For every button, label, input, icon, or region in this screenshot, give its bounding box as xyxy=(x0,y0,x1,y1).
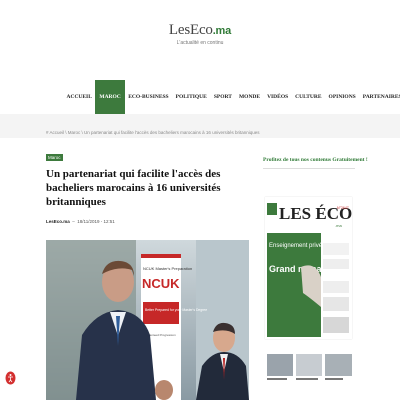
site-logo[interactable]: LesEco.ma L'actualité en continu xyxy=(0,22,400,46)
logo-suffix: .ma xyxy=(212,25,232,37)
sidebar-thumbnails[interactable] xyxy=(267,354,352,384)
logo-text[interactable]: LesEco.ma xyxy=(0,22,400,39)
nav-item-politique[interactable]: POLITIQUE xyxy=(172,80,210,114)
nav-item-maroc[interactable]: MAROC xyxy=(95,80,125,114)
article-photo: NCUK Master's Preparation NCUK Better Pr… xyxy=(46,240,249,400)
sidebar-divider xyxy=(263,168,355,169)
nav-item-culture[interactable]: CULTURE xyxy=(292,80,325,114)
banner-heading: NCUK Master's Preparation xyxy=(143,266,192,271)
nav-item-monde[interactable]: MONDE xyxy=(235,80,263,114)
main-nav: ACCUEIL MAROC ECO-BUSINESS POLITIQUE SPO… xyxy=(63,80,400,114)
category-badge[interactable]: Maroc xyxy=(46,154,63,161)
nav-item-videos[interactable]: VIDÉOS xyxy=(264,80,292,114)
article-author[interactable]: LesEco.ma xyxy=(46,219,70,224)
magazine-cover[interactable]: LES ÉCO .ma N°2647 Enseignement privé. G… xyxy=(265,197,352,339)
breadcrumb[interactable]: # Accueil \ Maroc \ Un partenariat qui f… xyxy=(46,130,259,135)
logo-tagline: L'actualité en continu xyxy=(176,40,224,46)
article-title: Un partenariat qui facilite l'accès des … xyxy=(46,168,221,208)
nav-item-accueil[interactable]: ACCUEIL xyxy=(63,80,95,114)
nav-item-eco-business[interactable]: ECO-BUSINESS xyxy=(125,80,172,114)
article-meta: LesEco.ma – 18/11/2019 - 12:51 xyxy=(46,219,115,224)
magazine-headline-top: Enseignement privé. xyxy=(269,243,324,249)
sidebar-heading[interactable]: Profitez de tous nos contenus Gratuiteme… xyxy=(263,157,368,163)
nav-item-sport[interactable]: SPORT xyxy=(210,80,235,114)
magazine-domain: .ma xyxy=(335,223,342,228)
nav-item-opinions[interactable]: OPINIONS xyxy=(325,80,359,114)
banner-tagline: Better Prepared for your Master's Degree xyxy=(145,308,207,312)
nav-item-partenaires[interactable]: PARTENAIRES xyxy=(359,80,400,114)
banner-brand: NCUK xyxy=(142,276,180,291)
accessibility-icon[interactable] xyxy=(5,371,16,385)
logo-main: LesEco xyxy=(168,22,213,38)
magazine-issue: N°2647 xyxy=(337,206,349,210)
article-date: 18/11/2019 - 12:51 xyxy=(77,219,115,224)
